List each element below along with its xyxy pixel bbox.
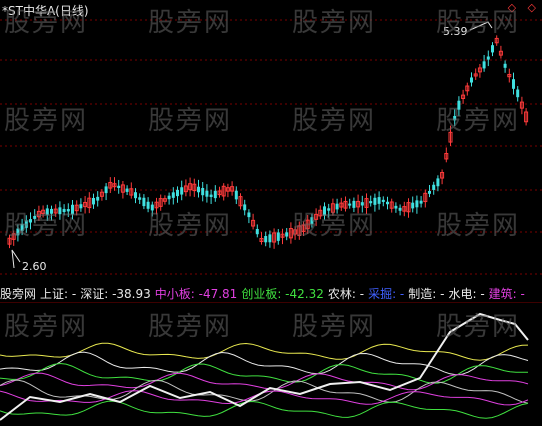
candle-body — [419, 200, 423, 204]
candle-body — [491, 45, 494, 53]
candle-body — [348, 203, 352, 206]
candle-body — [50, 208, 53, 214]
candle-body — [142, 197, 146, 207]
indicator-line — [0, 351, 529, 376]
candle-body — [255, 228, 259, 235]
candle-body — [176, 189, 179, 197]
candle-body — [79, 204, 83, 209]
candle-body — [428, 190, 431, 194]
candle-body — [398, 207, 402, 211]
candle-body — [516, 89, 520, 98]
stock-title: *ST中华A(日线) — [2, 4, 89, 18]
candle-body — [33, 215, 37, 219]
candle-body — [352, 200, 356, 208]
candle-body — [16, 228, 20, 236]
candle-body — [167, 195, 171, 200]
candle-body — [213, 190, 217, 199]
indicator-legend: 股旁网 上证: - 深证: -38.93 中小板: -47.81 创业板: -42.32… — [0, 286, 542, 302]
indicator-item: 深证: -38.93 — [80, 287, 151, 301]
candlestick-chart[interactable] — [0, 0, 542, 284]
candle-body — [436, 178, 440, 187]
candle-body — [394, 205, 398, 209]
indicator-chart[interactable] — [0, 302, 542, 426]
candle-body — [234, 190, 238, 200]
candle-body — [486, 56, 490, 60]
window-control-icons[interactable]: ◇ ◇ — [508, 1, 540, 14]
candle-body — [205, 190, 209, 197]
high-marker — [469, 21, 493, 31]
candle-body — [92, 197, 95, 205]
candle-body — [58, 207, 62, 215]
candle-body — [470, 77, 473, 83]
indicator-item: 建筑: - — [488, 287, 525, 301]
candle-body — [117, 185, 121, 188]
candle-body — [268, 234, 272, 243]
indicator-name: 股旁网 — [0, 287, 37, 301]
candle-body — [134, 192, 137, 199]
candle-body — [369, 201, 373, 204]
candle-body — [201, 187, 205, 196]
candle-body — [247, 212, 251, 218]
indicator-item: 中小板: -47.81 — [154, 287, 238, 301]
candle-body — [327, 208, 331, 211]
candle-body — [386, 201, 389, 205]
candle-body — [381, 199, 385, 202]
candle-body — [432, 184, 436, 190]
candle-body — [197, 186, 200, 193]
high-price-label: 5.39 — [443, 25, 468, 38]
indicator-item: 上证: - — [40, 287, 77, 301]
candle-body — [411, 202, 415, 209]
candle-body — [150, 204, 154, 211]
candle-body — [96, 196, 100, 201]
candle-body — [20, 223, 24, 232]
candle-body — [323, 206, 326, 216]
candle-body — [276, 232, 280, 241]
candle-body — [24, 220, 28, 228]
indicator-item: 水电: - — [448, 287, 485, 301]
chart-window[interactable]: *ST中华A(日线) ◇ ◇ 5.39 2.60 股旁网 上证: - 深证: -38… — [0, 0, 542, 426]
candle-body — [138, 197, 142, 200]
candle-body — [104, 186, 108, 194]
candle-body — [29, 219, 32, 223]
candle-body — [373, 197, 377, 205]
candle-body — [457, 100, 461, 110]
candle-body — [415, 200, 419, 208]
indicator-item: 农林: - — [327, 287, 365, 301]
indicator-item: 创业板: -42.32 — [241, 287, 324, 301]
indicator-line — [0, 372, 529, 391]
candle-body — [264, 236, 268, 243]
candle-body — [146, 201, 150, 209]
indicator-line — [0, 342, 529, 361]
candle-body — [62, 208, 66, 213]
candle-body — [335, 203, 339, 210]
indicator-line — [0, 400, 529, 419]
candle-body — [171, 192, 175, 198]
candle-body — [243, 204, 247, 211]
candle-body — [482, 61, 486, 69]
candle-body — [310, 217, 314, 225]
candle-body — [453, 115, 457, 121]
candle-body — [285, 232, 289, 237]
low-price-label: 2.60 — [22, 260, 47, 273]
low-marker — [11, 249, 21, 269]
candle-body — [45, 208, 49, 215]
candle-body — [503, 63, 507, 68]
indicator-item: 采掘: - — [368, 287, 405, 301]
candle-body — [377, 197, 381, 204]
candle-body — [360, 202, 364, 206]
candle-body — [125, 188, 129, 192]
indicator-item: 制造: - — [408, 287, 445, 301]
candle-body — [180, 187, 184, 195]
candle-body — [512, 79, 515, 89]
candle-body — [71, 204, 74, 215]
candle-body — [66, 209, 70, 212]
candle-body — [209, 194, 213, 198]
